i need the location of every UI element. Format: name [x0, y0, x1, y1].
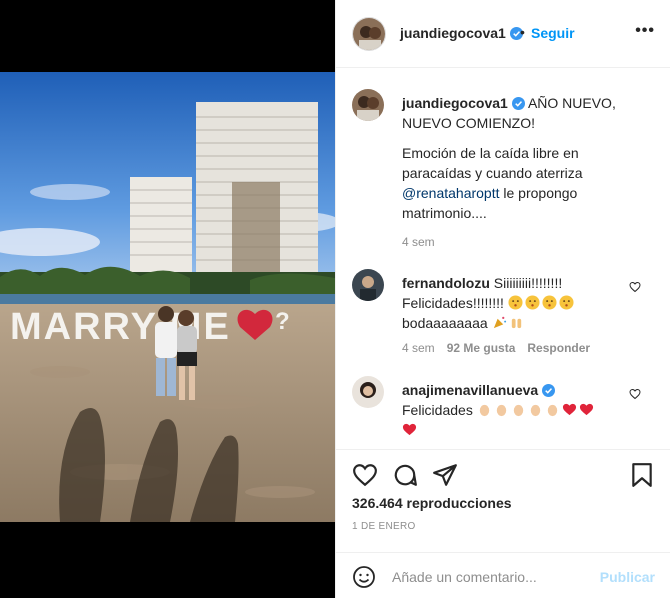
commenter-avatar[interactable] — [352, 269, 384, 301]
caption-time[interactable]: 4 sem — [402, 235, 435, 249]
heart-icon[interactable] — [352, 462, 378, 488]
comment-text-line1: Siiiiiiiii!!!!!!!! — [493, 275, 563, 291]
clap-emoji-icon — [547, 404, 557, 417]
post-side-panel: juandiegocova1 • Seguir ••• juandiegocov… — [335, 0, 670, 598]
red-heart-emoji-icon — [562, 403, 576, 416]
post-header: juandiegocova1 • Seguir ••• — [336, 0, 670, 68]
emoji-icon[interactable] — [352, 565, 376, 589]
post-actions: 326.464 reproducciones 1 DE ENERO Public… — [336, 449, 670, 598]
caption-entry: juandiegocova1 AÑO NUEVO, NUEVO COMIENZO… — [352, 89, 655, 259]
share-icon[interactable] — [432, 462, 458, 488]
view-count[interactable]: 326.464 reproducciones — [352, 495, 512, 511]
kiss-emoji-icon — [525, 295, 540, 310]
post-photo[interactable]: MARRY ME ? — [0, 72, 335, 522]
clap-emoji-icon — [496, 404, 506, 417]
red-heart-emoji-icon — [402, 423, 417, 436]
clap-emoji-icon — [513, 404, 523, 417]
red-heart-emoji-icon — [579, 403, 593, 416]
comment-item: anajimenavillanueva Felicidades — [352, 376, 655, 446]
author-username[interactable]: juandiegocova1 — [400, 25, 523, 41]
comment-text-line3: bodaaaaaaaa — [402, 315, 488, 331]
clap-emoji-icon — [530, 404, 540, 417]
publish-button[interactable]: Publicar — [600, 569, 655, 585]
comments-list[interactable]: juandiegocova1 AÑO NUEVO, NUEVO COMIENZO… — [336, 69, 670, 449]
commenter-username[interactable]: anajimenavillanueva — [402, 382, 556, 398]
follow-button[interactable]: Seguir — [531, 25, 575, 41]
comment-composer: Publicar — [336, 552, 670, 598]
clap-emoji-icon — [479, 404, 489, 417]
verified-icon — [542, 384, 556, 397]
raised-hands-emoji-icon — [511, 318, 521, 329]
caption-avatar[interactable] — [352, 89, 384, 121]
caption-body: Emoción de la caída libre en paracaídas … — [402, 145, 583, 221]
like-comment-heart-icon[interactable] — [629, 388, 641, 400]
commenter-username[interactable]: fernandolozu — [402, 275, 490, 291]
caption-username[interactable]: juandiegocova1 — [402, 95, 525, 111]
header-separator: • — [520, 24, 525, 40]
like-comment-heart-icon[interactable] — [629, 281, 641, 293]
post-date[interactable]: 1 DE ENERO — [352, 521, 416, 532]
bookmark-icon[interactable] — [629, 462, 655, 488]
party-popper-emoji-icon — [493, 316, 506, 329]
kiss-emoji-icon — [542, 295, 557, 310]
kiss-emoji-icon — [508, 295, 523, 310]
comment-input[interactable] — [392, 563, 592, 591]
comment-item: fernandolozu Siiiiiiiii!!!!!!!! Felicida… — [352, 269, 655, 359]
verified-icon — [511, 97, 525, 110]
caption-meta: 4 sem — [402, 235, 447, 249]
post-media: MARRY ME ? — [0, 0, 335, 598]
comment-icon[interactable] — [392, 462, 418, 488]
reply-button[interactable]: Responder — [527, 341, 590, 355]
marry-me-sign: MARRY ME — [10, 306, 231, 348]
author-avatar[interactable] — [352, 17, 386, 51]
comment-likes[interactable]: 92 Me gusta — [447, 341, 516, 355]
question-sign: ? — [275, 308, 290, 335]
commenter-avatar[interactable] — [352, 376, 384, 408]
comment-meta: 4 sem 92 Me gusta Responder — [402, 341, 602, 355]
kiss-emoji-icon — [559, 295, 574, 310]
more-options-icon[interactable]: ••• — [635, 22, 655, 40]
comment-text: Felicidades — [402, 402, 473, 418]
caption-mention[interactable]: @renataharoptt — [402, 185, 500, 201]
comment-time[interactable]: 4 sem — [402, 341, 435, 355]
beach-proposal-photo: MARRY ME ? — [0, 72, 335, 522]
comment-text-line2: Felicidades!!!!!!!! — [402, 295, 504, 311]
